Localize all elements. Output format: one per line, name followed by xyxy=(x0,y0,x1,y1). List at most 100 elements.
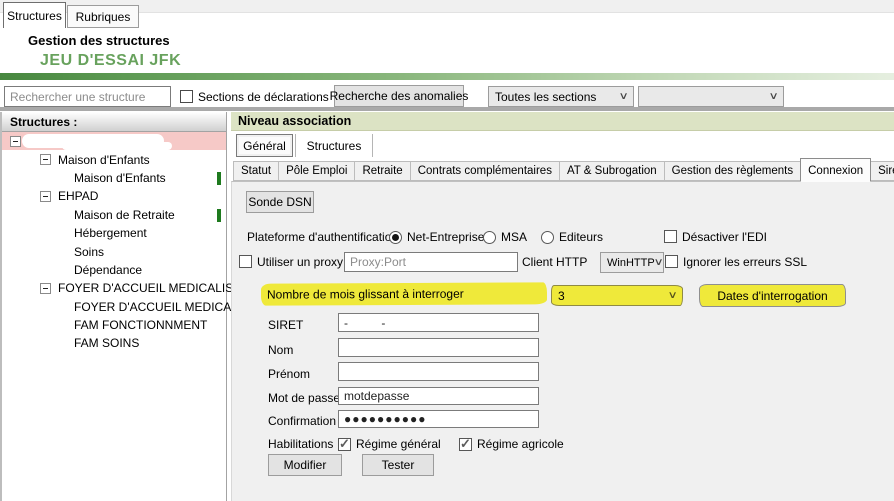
app-window: Structures Rubriques Gestion des structu… xyxy=(0,0,894,501)
green-status-marker xyxy=(217,172,221,185)
tab-structures-level[interactable]: Structures xyxy=(295,134,373,157)
client-http-value: WinHTTP xyxy=(607,257,655,269)
tree-item-foyer-accueil[interactable]: FOYER D'ACCUEIL MEDICALISE xyxy=(2,279,226,297)
radio-net-entreprise[interactable] xyxy=(389,231,402,244)
tree-item-label: Maison d'Enfants xyxy=(74,171,166,185)
auth-platform-label: Plateforme d'authentification xyxy=(247,230,398,244)
tab-general[interactable]: Général xyxy=(236,134,293,157)
tab-retraite[interactable]: Retraite xyxy=(354,161,410,181)
connexion-tab-content: Sonde DSN Plateforme d'authentification … xyxy=(231,181,894,501)
tree-item-label: EHPAD xyxy=(58,189,98,203)
green-status-marker xyxy=(217,209,221,222)
tree-item-foyer-accueil-child[interactable]: FOYER D'ACCUEIL MEDICA... xyxy=(2,298,226,316)
radio-net-entreprise-label: Net-Entreprise xyxy=(407,230,484,244)
disable-edi-label: Désactiver l'EDI xyxy=(682,230,767,244)
interrogation-dates-button[interactable]: Dates d'interrogation xyxy=(699,284,846,307)
tree-item-label: FOYER D'ACCUEIL MEDICA... xyxy=(74,300,241,314)
secondary-filter-dropdown[interactable]: ∨ xyxy=(638,86,784,107)
tab-structures-level-label: Structures xyxy=(307,139,362,153)
mot-de-passe-input[interactable] xyxy=(338,387,539,405)
tree-item-label: Maison de Retraite xyxy=(74,208,175,222)
tree-item-ehpad[interactable]: EHPAD xyxy=(2,187,226,205)
collapse-icon[interactable] xyxy=(40,191,51,202)
tab-pole-emploi[interactable]: Pôle Emploi xyxy=(278,161,355,181)
confirmation-input[interactable] xyxy=(338,410,539,428)
tree-item-label: Dépendance xyxy=(74,263,142,277)
ignore-ssl-label: Ignorer les erreurs SSL xyxy=(683,255,807,269)
tab-general-label: Général xyxy=(243,139,286,153)
tree-item-maison-enfants-child[interactable]: Maison d'Enfants xyxy=(2,169,226,187)
prenom-label: Prénom xyxy=(268,367,310,381)
company-name: JEU D'ESSAI JFK xyxy=(40,52,181,70)
months-to-query-dropdown[interactable]: 3 ∨ xyxy=(551,285,683,306)
tab-gestion-reglements[interactable]: Gestion des règlements xyxy=(664,161,801,181)
radio-editeurs-label: Editeurs xyxy=(559,230,603,244)
sections-filter-value: Toutes les sections xyxy=(495,90,596,104)
tab-structures-label: Structures xyxy=(7,9,62,23)
tab-sirets-externes[interactable]: Sirets externes xyxy=(870,161,894,181)
chevron-down-icon: ∨ xyxy=(667,290,677,301)
tree-item-maison-enfants[interactable]: Maison d'Enfants xyxy=(2,150,226,168)
radio-editeurs[interactable] xyxy=(541,231,554,244)
sections-declarations-checkbox[interactable] xyxy=(180,90,193,103)
prenom-input[interactable] xyxy=(338,362,539,381)
tree-item-label: Soins xyxy=(74,245,104,259)
tree-item-dependance[interactable]: Dépendance xyxy=(2,261,226,279)
collapse-icon[interactable] xyxy=(40,154,51,165)
client-http-dropdown[interactable]: WinHTTP ∨ xyxy=(600,252,664,273)
tree-item-association-root[interactable] xyxy=(2,132,226,150)
sonde-dsn-button[interactable]: Sonde DSN xyxy=(246,191,314,213)
client-http-label: Client HTTP xyxy=(522,255,587,269)
tab-contrats-complementaires[interactable]: Contrats complémentaires xyxy=(410,161,560,181)
horizontal-separator xyxy=(0,107,894,111)
chevron-down-icon: ∨ xyxy=(618,91,628,102)
tree-item-label: FAM FONCTIONNMENT xyxy=(74,318,207,332)
redaction-whiteout xyxy=(62,142,172,150)
structures-tree-panel: Structures : Maison d'Enfants Maison d'E… xyxy=(0,112,227,501)
nom-label: Nom xyxy=(268,343,293,357)
sections-filter-dropdown[interactable]: Toutes les sections ∨ xyxy=(488,86,634,107)
tab-rubriques-label: Rubriques xyxy=(76,10,131,24)
tree-item-hebergement[interactable]: Hébergement xyxy=(2,224,226,242)
radio-msa-label: MSA xyxy=(501,230,527,244)
disable-edi-checkbox[interactable] xyxy=(664,230,677,243)
radio-msa[interactable] xyxy=(483,231,496,244)
mot-de-passe-label: Mot de passe xyxy=(268,391,340,405)
tree-item-label: FOYER D'ACCUEIL MEDICALISE xyxy=(58,281,241,295)
tab-structures[interactable]: Structures xyxy=(3,2,66,28)
tree-item-fam-fonctionnment[interactable]: FAM FONCTIONNMENT xyxy=(2,316,226,334)
tree-panel-header: Structures : xyxy=(2,112,226,132)
modifier-button[interactable]: Modifier xyxy=(268,454,342,476)
anomalies-search-button[interactable]: Recherche des anomalies xyxy=(334,85,464,107)
tree-item-label: Hébergement xyxy=(74,226,147,240)
tab-statut[interactable]: Statut xyxy=(233,161,279,181)
tab-connexion[interactable]: Connexion xyxy=(800,158,871,182)
use-proxy-checkbox[interactable] xyxy=(239,255,252,268)
nom-input[interactable] xyxy=(338,338,539,357)
tree-item-fam-soins[interactable]: FAM SOINS xyxy=(2,334,226,352)
chevron-down-icon: ∨ xyxy=(653,257,663,268)
regime-general-checkbox[interactable] xyxy=(338,438,351,451)
habilitations-label: Habilitations xyxy=(268,437,333,451)
tab-rubriques[interactable]: Rubriques xyxy=(67,5,139,28)
tab-at-subrogation[interactable]: AT & Subrogation xyxy=(559,161,665,181)
tester-button[interactable]: Tester xyxy=(362,454,434,476)
proxy-port-input[interactable] xyxy=(344,252,518,272)
collapse-icon[interactable] xyxy=(40,283,51,294)
structures-tree: Maison d'Enfants Maison d'Enfants EHPAD … xyxy=(2,132,226,353)
collapse-icon[interactable] xyxy=(10,136,21,147)
regime-agricole-label: Régime agricole xyxy=(477,437,564,451)
tree-item-soins[interactable]: Soins xyxy=(2,242,226,260)
siret-input[interactable] xyxy=(338,313,539,332)
tree-item-maison-retraite[interactable]: Maison de Retraite xyxy=(2,206,226,224)
siret-label: SIRET xyxy=(268,318,303,332)
tree-item-label: FAM SOINS xyxy=(74,336,139,350)
search-input[interactable] xyxy=(4,86,171,107)
months-to-query-value: 3 xyxy=(558,289,565,303)
ignore-ssl-checkbox[interactable] xyxy=(665,255,678,268)
sections-declarations-label: Sections de déclarations xyxy=(198,90,329,104)
chevron-down-icon: ∨ xyxy=(768,91,778,102)
tree-item-label: Maison d'Enfants xyxy=(58,153,150,167)
use-proxy-label: Utiliser un proxy xyxy=(257,255,343,269)
regime-agricole-checkbox[interactable] xyxy=(459,438,472,451)
